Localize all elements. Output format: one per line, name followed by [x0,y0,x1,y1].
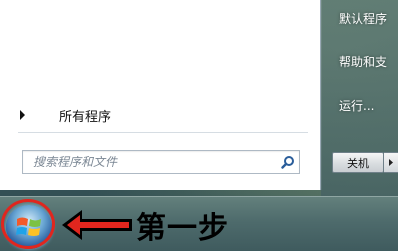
triangle-right-icon [20,110,25,120]
highlight-circle [1,199,55,249]
taskbar: 第一步 [0,196,398,251]
pointer-arrow-icon [62,210,132,240]
start-menu: 所有程序 默认程序 帮助和支 运行... 关机 [0,0,398,196]
search-box[interactable] [22,150,300,174]
start-menu-programs-pane: 所有程序 [0,0,321,190]
start-menu-right-pane: 默认程序 帮助和支 运行... 关机 [321,0,398,196]
help-and-support-item[interactable]: 帮助和支 [339,53,387,70]
run-item[interactable]: 运行... [339,97,374,114]
search-icon[interactable] [279,153,297,171]
triangle-right-icon [389,159,393,166]
step-one-label: 第一步 [136,211,229,246]
search-input[interactable] [23,151,263,173]
default-programs-item[interactable]: 默认程序 [339,10,387,27]
shutdown-button[interactable]: 关机 [332,152,384,173]
all-programs-item[interactable]: 所有程序 [18,104,308,126]
shutdown-options-button[interactable] [384,152,398,173]
divider [18,132,308,133]
all-programs-label: 所有程序 [59,109,112,125]
